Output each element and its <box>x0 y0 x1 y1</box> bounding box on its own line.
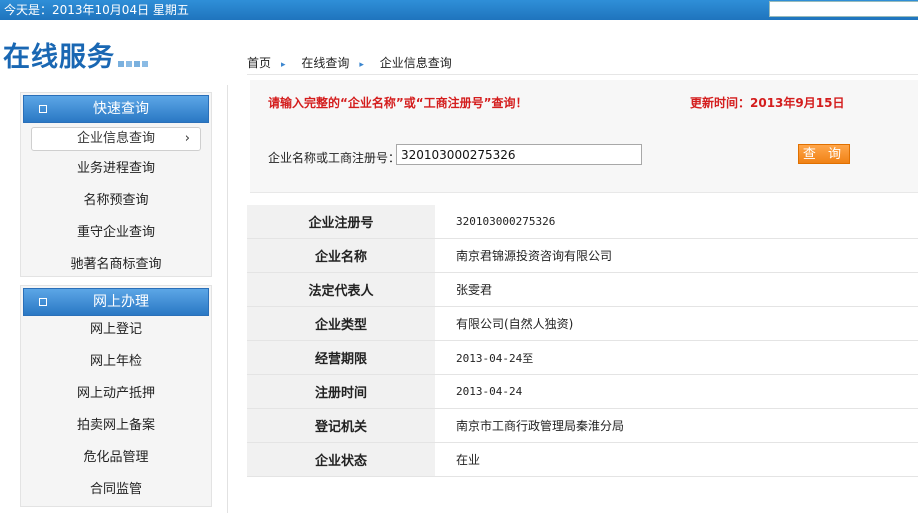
sidebar-item-label: 驰著名商标查询 <box>70 257 162 272</box>
online-service-header[interactable]: 网上办理 <box>23 288 209 316</box>
sidebar-item-trusted-company[interactable]: 重守企业查询 <box>21 217 211 249</box>
quick-query-header[interactable]: 快速查询 <box>23 95 209 123</box>
field-value: 有限公司(自然人独资) <box>435 306 918 341</box>
sidebar-item-company-info[interactable]: 企业信息查询 › <box>31 127 201 151</box>
query-form: 请输入完整的“企业名称”或“工商注册号”查询！ 更新时间：2013年9月15日 … <box>250 80 918 193</box>
page-title: 在线服务 <box>3 42 115 73</box>
table-row: 注册时间 2013-04-24 <box>247 374 918 409</box>
field-value: 在业 <box>435 442 918 477</box>
field-label: 法定代表人 <box>247 272 435 307</box>
field-label: 经营期限 <box>247 340 435 375</box>
sidebar-item-business-progress[interactable]: 业务进程查询 <box>21 153 211 185</box>
sidebar-item-label: 网上动产抵押 <box>76 386 155 401</box>
sidebar-item-name-precheck[interactable]: 名称预查询 <box>21 185 211 217</box>
breadcrumb-arrow-icon: ▸ <box>359 60 364 70</box>
sidebar-item-chattel-mortgage[interactable]: 网上动产抵押 <box>21 378 211 410</box>
sidebar-item-label: 重守企业查询 <box>76 225 155 240</box>
sidebar-item-contract-supervision[interactable]: 合同监管 <box>21 474 211 506</box>
field-label: 企业名称 <box>247 238 435 273</box>
breadcrumb-home[interactable]: 首页 <box>247 56 271 70</box>
sidebar-item-label: 合同监管 <box>89 482 142 497</box>
chevron-right-icon: › <box>184 131 190 146</box>
sidebar-item-famous-trademark[interactable]: 驰著名商标查询 <box>21 249 211 281</box>
field-value: 南京市工商行政管理局秦淮分局 <box>435 408 918 443</box>
sidebar-item-online-annual-check[interactable]: 网上年检 <box>21 346 211 378</box>
sidebar-item-label: 拍卖网上备案 <box>76 418 155 433</box>
field-label: 企业状态 <box>247 442 435 477</box>
query-button[interactable]: 查 询 <box>798 144 850 164</box>
top-search-input[interactable] <box>769 1 918 17</box>
quick-query-panel: 快速查询 企业信息查询 › 业务进程查询 名称预查询 重守企业查询 驰著名商标查… <box>20 92 212 277</box>
table-row: 企业名称 南京君锦源投资咨询有限公司 <box>247 238 918 273</box>
company-info-table: 企业注册号 320103000275326 企业名称 南京君锦源投资咨询有限公司… <box>247 205 918 477</box>
breadcrumb: 首页 ▸ 在线查询 ▸ 企业信息查询 <box>247 54 918 75</box>
breadcrumb-current: 企业信息查询 <box>379 56 452 70</box>
query-notice: 请输入完整的“企业名称”或“工商注册号”查询！ <box>268 96 528 110</box>
field-label: 企业注册号 <box>247 205 435 239</box>
current-date: 今天是：2013年10月04日 星期五 <box>4 3 189 17</box>
field-value: 2013-04-24 <box>435 374 918 409</box>
query-field-label: 企业名称或工商注册号： <box>268 151 401 165</box>
update-time: 更新时间：2013年9月15日 <box>690 96 845 110</box>
sidebar-item-label: 危化品管理 <box>83 450 149 465</box>
top-bar: 今天是：2013年10月04日 星期五 <box>0 0 918 20</box>
registration-number-input[interactable] <box>396 144 642 165</box>
sidebar-item-label: 业务进程查询 <box>76 161 155 176</box>
sidebar: 快速查询 企业信息查询 › 业务进程查询 名称预查询 重守企业查询 驰著名商标查… <box>0 85 228 513</box>
field-value: 张雯君 <box>435 272 918 307</box>
table-row: 企业注册号 320103000275326 <box>247 205 918 239</box>
field-value: 2013-04-24至 <box>435 340 918 375</box>
sidebar-item-auction-filing[interactable]: 拍卖网上备案 <box>21 410 211 442</box>
sidebar-item-online-register[interactable]: 网上登记 <box>21 314 211 346</box>
title-decoration <box>118 56 154 67</box>
sidebar-item-label: 网上登记 <box>89 322 142 337</box>
breadcrumb-online-query[interactable]: 在线查询 <box>301 56 349 70</box>
table-row: 经营期限 2013-04-24至 <box>247 340 918 375</box>
field-label: 企业类型 <box>247 306 435 341</box>
sidebar-item-label: 网上年检 <box>89 354 142 369</box>
sidebar-item-label: 名称预查询 <box>83 193 149 208</box>
sidebar-item-label: 企业信息查询 <box>76 131 155 146</box>
table-row: 登记机关 南京市工商行政管理局秦淮分局 <box>247 408 918 443</box>
table-row: 企业类型 有限公司(自然人独资) <box>247 306 918 341</box>
table-row: 企业状态 在业 <box>247 442 918 477</box>
table-row: 法定代表人 张雯君 <box>247 272 918 307</box>
online-service-panel: 网上办理 网上登记 网上年检 网上动产抵押 拍卖网上备案 危化品管理 合同监管 <box>20 285 212 507</box>
field-label: 注册时间 <box>247 374 435 409</box>
breadcrumb-arrow-icon: ▸ <box>281 60 286 70</box>
field-label: 登记机关 <box>247 408 435 443</box>
sidebar-item-hazardous-chemicals[interactable]: 危化品管理 <box>21 442 211 474</box>
field-value: 320103000275326 <box>435 205 918 239</box>
field-value: 南京君锦源投资咨询有限公司 <box>435 238 918 273</box>
